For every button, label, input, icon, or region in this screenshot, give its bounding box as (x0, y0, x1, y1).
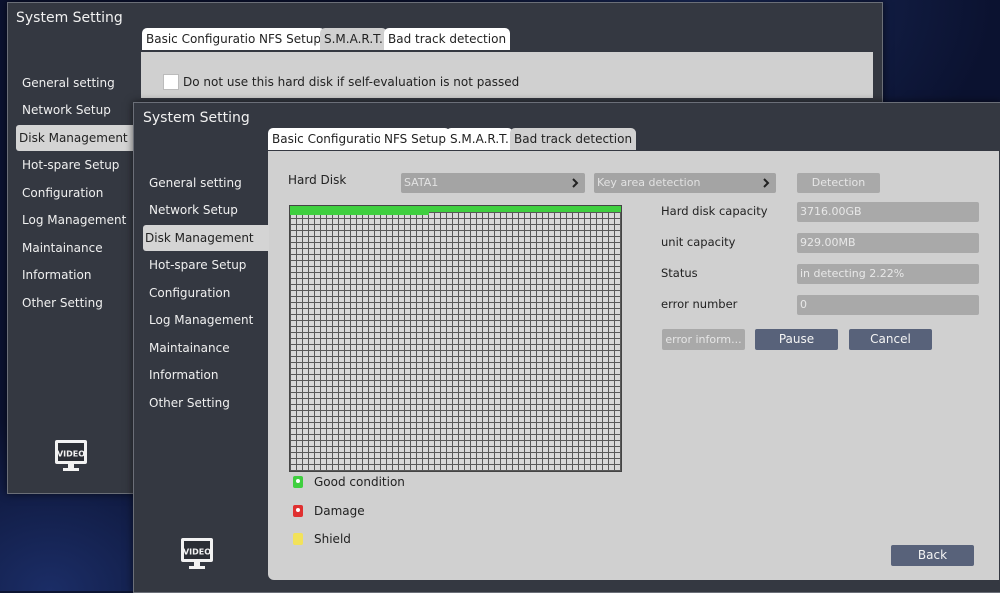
legend-shield: Shield (314, 532, 351, 546)
self-evaluation-checkbox-label: Do not use this hard disk if self-evalua… (183, 75, 520, 89)
error-information-button[interactable]: error inform... (662, 329, 745, 350)
sidebar-item-disk-management[interactable]: Disk Management (16, 125, 134, 151)
tab-smart[interactable]: S.M.A.R.T. (446, 128, 513, 150)
sidebar-item-log-management[interactable]: Log Management (22, 207, 126, 233)
shield-swatch (293, 533, 303, 545)
window-title: System Setting (16, 10, 123, 26)
sidebar-item-other-setting[interactable]: Other Setting (22, 290, 103, 316)
sidebar-item-disk-management[interactable]: Disk Management (143, 225, 269, 251)
sidebar-item-network-setup[interactable]: Network Setup (22, 97, 111, 123)
sidebar-item-general-setting[interactable]: General setting (149, 170, 242, 196)
sidebar-item-hot-spare-setup[interactable]: Hot-spare Setup (22, 152, 119, 178)
field-label-error-number: error number (661, 297, 738, 311)
hard-disk-capacity-value: 3716.00GB (797, 202, 979, 222)
tab-bad-track-detection[interactable]: Bad track detection (510, 128, 637, 150)
field-label-unit-capacity: unit capacity (661, 235, 736, 249)
cancel-button[interactable]: Cancel (849, 329, 932, 350)
field-label-status: Status (661, 266, 698, 280)
sidebar-item-other-setting[interactable]: Other Setting (149, 390, 230, 416)
unit-capacity-value: 929.00MB (797, 233, 979, 253)
system-setting-window: System Setting Basic Configuration NFS S… (133, 102, 1000, 593)
sidebar-item-general-setting[interactable]: General setting (22, 70, 115, 96)
hard-disk-select[interactable]: SATA1 (401, 173, 585, 193)
error-number-value: 0 (797, 295, 979, 315)
chevron-right-icon (763, 178, 770, 188)
detection-mode-select[interactable]: Key area detection (594, 173, 776, 193)
good-condition-swatch (293, 476, 303, 488)
chevron-right-icon (572, 178, 579, 188)
video-logo-text: VIDEO (57, 450, 85, 459)
sidebar-item-configuration[interactable]: Configuration (22, 180, 103, 206)
detection-button[interactable]: Detection (797, 173, 880, 193)
field-label-hard-disk-capacity: Hard disk capacity (661, 204, 768, 218)
sidebar-item-configuration[interactable]: Configuration (149, 280, 230, 306)
detection-mode-select-value: Key area detection (597, 176, 701, 189)
sidebar-item-log-management[interactable]: Log Management (149, 307, 253, 333)
self-evaluation-checkbox[interactable] (163, 74, 179, 90)
tab-basic-configuration[interactable]: Basic Configuration (142, 28, 267, 50)
sidebar-item-network-setup[interactable]: Network Setup (149, 197, 238, 223)
video-logo-text: VIDEO (183, 548, 211, 557)
good-sector-row-partial (290, 212, 429, 215)
tab-bad-track-detection[interactable]: Bad track detection (384, 28, 511, 50)
tab-smart[interactable]: S.M.A.R.T. (320, 28, 387, 50)
hard-disk-label: Hard Disk (288, 173, 347, 187)
hard-disk-select-value: SATA1 (404, 176, 439, 189)
video-logo-icon: VIDEO (181, 538, 213, 569)
damage-swatch (293, 505, 303, 517)
legend-damage: Damage (314, 504, 365, 518)
tab-nfs-setup[interactable]: NFS Setup (255, 28, 326, 50)
sidebar-item-hot-spare-setup[interactable]: Hot-spare Setup (149, 252, 246, 278)
sidebar-item-information[interactable]: Information (22, 262, 91, 288)
window-title: System Setting (143, 110, 250, 126)
tab-basic-configuration[interactable]: Basic Configuration (268, 128, 393, 150)
pause-button[interactable]: Pause (755, 329, 838, 350)
bad-track-grid (289, 205, 622, 472)
sidebar-item-maintainance[interactable]: Maintainance (149, 335, 230, 361)
sidebar-item-information[interactable]: Information (149, 362, 218, 388)
smart-panel: Do not use this hard disk if self-evalua… (141, 52, 873, 98)
back-button[interactable]: Back (891, 545, 974, 566)
legend-good-condition: Good condition (314, 475, 405, 489)
tab-nfs-setup[interactable]: NFS Setup (380, 128, 451, 150)
video-logo-icon: VIDEO (55, 440, 87, 471)
sidebar-item-maintainance[interactable]: Maintainance (22, 235, 103, 261)
bad-track-detection-panel: Hard Disk SATA1 Key area detection Detec… (268, 151, 999, 580)
status-value: in detecting 2.22% (797, 264, 979, 284)
